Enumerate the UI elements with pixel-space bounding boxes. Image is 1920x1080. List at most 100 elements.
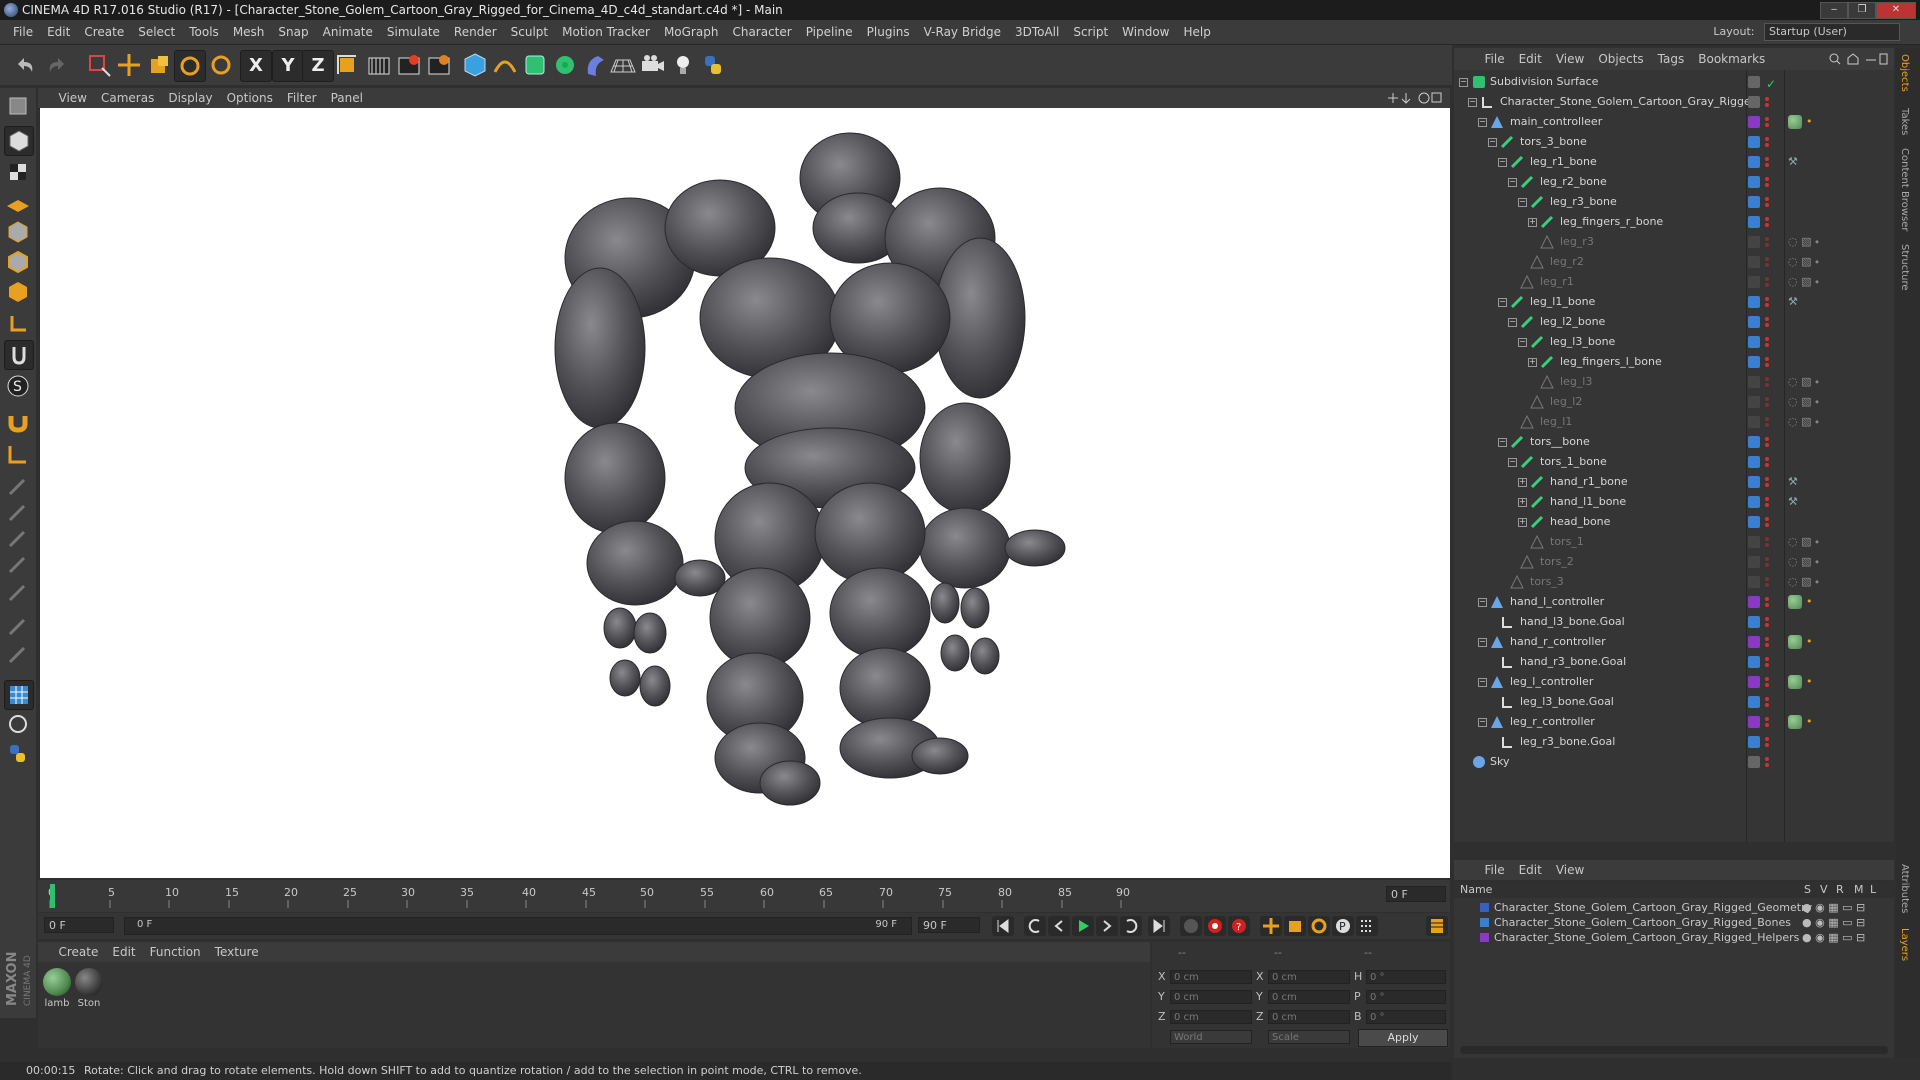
sculpt-smooth-icon[interactable] xyxy=(4,524,32,552)
deformer-icon[interactable] xyxy=(580,50,610,80)
layer-toggle[interactable] xyxy=(1748,156,1760,168)
layer-toggle[interactable] xyxy=(1748,136,1760,148)
cloner-icon[interactable] xyxy=(550,50,580,80)
layer-toggle[interactable] xyxy=(1748,636,1760,648)
layer-toggle[interactable] xyxy=(1748,536,1760,548)
sculpt-grab-icon[interactable] xyxy=(4,612,32,640)
rotation-b-field[interactable]: 0 ° xyxy=(1366,1010,1446,1024)
layer-toggle[interactable] xyxy=(1748,696,1760,708)
menu-help[interactable]: Help xyxy=(1176,20,1217,44)
minimize-button[interactable]: ‒ xyxy=(1820,2,1848,19)
layer-menu-view[interactable]: View xyxy=(1549,860,1591,880)
menu-mesh[interactable]: Mesh xyxy=(226,20,272,44)
object-row[interactable]: Sky xyxy=(1454,752,1894,772)
playhead[interactable] xyxy=(50,884,55,908)
menu-create[interactable]: Create xyxy=(77,20,131,44)
layer-toggle[interactable] xyxy=(1748,96,1760,108)
object-row[interactable]: − hand_l_controller • xyxy=(1454,592,1894,612)
live-selection-icon[interactable] xyxy=(84,50,114,80)
subdivision-surface-icon[interactable] xyxy=(520,50,550,80)
joint-tags-icon[interactable]: ◌ ▧ ⬩ xyxy=(1788,372,1819,392)
viewport-menu-cameras[interactable]: Cameras xyxy=(94,88,161,108)
viewport-menu-display[interactable]: Display xyxy=(161,88,219,108)
layer-color-swatch[interactable] xyxy=(1480,903,1489,912)
layer-toggle[interactable] xyxy=(1748,316,1760,328)
camera-icon[interactable] xyxy=(638,50,668,80)
object-row[interactable]: − leg_l2_bone xyxy=(1454,312,1894,332)
material-tag-icon[interactable] xyxy=(1788,595,1802,609)
menu-render[interactable]: Render xyxy=(447,20,504,44)
redo-icon[interactable] xyxy=(42,50,72,80)
joint-tags-icon[interactable]: ◌ ▧ ⬩ xyxy=(1788,532,1819,552)
menu-plugins[interactable]: Plugins xyxy=(860,20,917,44)
layer-toggle[interactable] xyxy=(1748,616,1760,628)
layer-toggle[interactable] xyxy=(1748,176,1760,188)
layer-toggle[interactable] xyxy=(1748,516,1760,528)
object-row[interactable]: − hand_r_controller • xyxy=(1454,632,1894,652)
joint-tags-icon[interactable]: ◌ ▧ ⬩ xyxy=(1788,572,1819,592)
menu-script[interactable]: Script xyxy=(1066,20,1115,44)
key-rotation-icon[interactable] xyxy=(1308,916,1330,936)
layer-toggle[interactable] xyxy=(1748,336,1760,348)
menu-simulate[interactable]: Simulate xyxy=(380,20,447,44)
end-frame-field[interactable]: 90 F xyxy=(918,917,980,933)
position-z-field[interactable]: 0 cm xyxy=(1170,1010,1252,1024)
layer-toggle[interactable] xyxy=(1748,296,1760,308)
sculpt-pull-icon[interactable] xyxy=(4,498,32,526)
menu-motion-tracker[interactable]: Motion Tracker xyxy=(555,20,657,44)
material-tag-icon[interactable] xyxy=(1788,675,1802,689)
object-row[interactable]: leg_r1 ◌ ▧ ⬩ xyxy=(1454,272,1894,292)
object-row[interactable]: leg_l1 ◌ ▧ ⬩ xyxy=(1454,412,1894,432)
object-row[interactable]: + head_bone xyxy=(1454,512,1894,532)
object-row[interactable]: − leg_r1_bone ⚒ xyxy=(1454,152,1894,172)
x-axis-lock-button[interactable]: X xyxy=(240,50,272,82)
tag-icon[interactable]: • xyxy=(1806,672,1813,692)
ik-tag-icon[interactable]: ⚒ xyxy=(1788,292,1798,312)
viewport-menu-panel[interactable]: Panel xyxy=(324,88,370,108)
render-view-icon[interactable] xyxy=(364,50,394,80)
layer-toggle[interactable] xyxy=(1748,576,1760,588)
layer-toggle[interactable] xyxy=(1748,376,1760,388)
size-y-field[interactable]: 0 cm xyxy=(1268,990,1350,1004)
joint-tags-icon[interactable]: ◌ ▧ ⬩ xyxy=(1788,272,1819,292)
sculpt-flatten-icon[interactable] xyxy=(4,550,32,578)
current-frame-field[interactable]: 0 F xyxy=(1386,886,1446,902)
tag-icon[interactable]: • xyxy=(1806,112,1813,132)
ik-tag-icon[interactable]: ⚒ xyxy=(1788,152,1798,172)
rotate-icon[interactable] xyxy=(174,50,206,82)
snap-icon[interactable]: S xyxy=(4,372,32,400)
layer-toggle[interactable] xyxy=(1748,276,1760,288)
object-row[interactable]: leg_l2 ◌ ▧ ⬩ xyxy=(1454,392,1894,412)
size-x-field[interactable]: 0 cm xyxy=(1268,970,1350,984)
brush-tool-icon[interactable] xyxy=(4,472,32,500)
edges-mode-icon[interactable] xyxy=(4,248,32,276)
render-to-picture-viewer-icon[interactable] xyxy=(394,50,424,80)
record-disabled-icon[interactable] xyxy=(1180,916,1202,936)
layer-toggle[interactable] xyxy=(1748,496,1760,508)
tab-takes[interactable]: Takes xyxy=(1899,108,1910,135)
layer-toggle[interactable] xyxy=(1748,756,1760,768)
rotation-h-field[interactable]: 0 ° xyxy=(1366,970,1446,984)
menu-character[interactable]: Character xyxy=(725,20,798,44)
om-menu-tags[interactable]: Tags xyxy=(1651,48,1692,70)
light-icon[interactable] xyxy=(668,50,698,80)
object-row[interactable]: tors_1 ◌ ▧ ⬩ xyxy=(1454,532,1894,552)
object-row[interactable]: − leg_l1_bone ⚒ xyxy=(1454,292,1894,312)
object-row[interactable]: leg_l3_bone.Goal xyxy=(1454,692,1894,712)
polygons-mode-icon[interactable] xyxy=(4,278,32,306)
layer-horizontal-scrollbar[interactable] xyxy=(1460,1046,1888,1054)
material-menu-texture[interactable]: Texture xyxy=(208,942,266,962)
coordinate-system-icon[interactable] xyxy=(332,50,362,80)
sculpt-inflate-icon[interactable] xyxy=(4,578,32,606)
timeline-ruler[interactable]: 0 5 10 15 20 25 30 35 40 45 50 55 60 65 … xyxy=(38,880,1450,912)
object-row[interactable]: − tors_3_bone xyxy=(1454,132,1894,152)
object-row[interactable]: − leg_l3_bone xyxy=(1454,332,1894,352)
material-tag-icon[interactable] xyxy=(1788,115,1802,129)
om-search-icons[interactable] xyxy=(1828,52,1888,66)
model-mode-icon[interactable] xyxy=(4,126,34,156)
workplane-mode-icon[interactable] xyxy=(4,188,32,216)
object-row[interactable]: leg_r3_bone.Goal xyxy=(1454,732,1894,752)
om-menu-view[interactable]: View xyxy=(1549,48,1591,70)
workplane-icon[interactable] xyxy=(4,440,32,468)
recent-tool-icon[interactable] xyxy=(206,50,236,80)
